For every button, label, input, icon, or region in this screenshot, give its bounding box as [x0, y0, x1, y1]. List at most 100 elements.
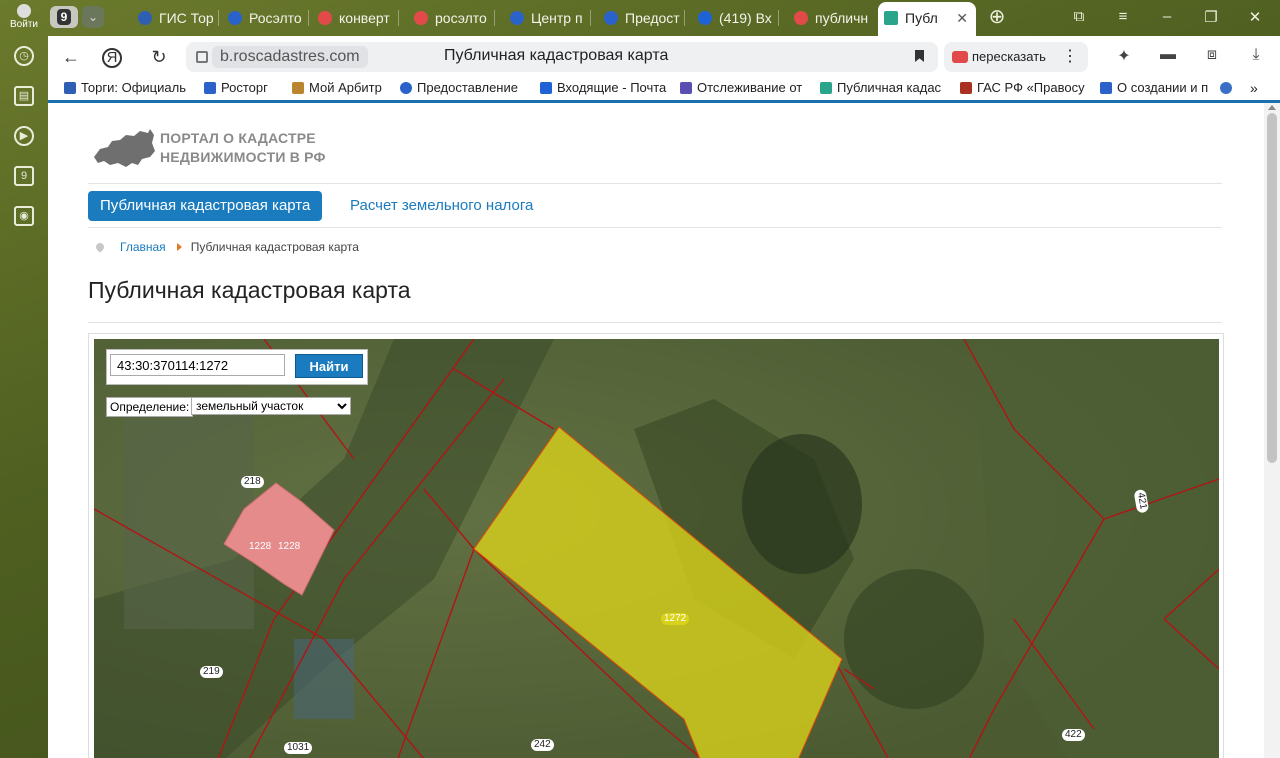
- parcel-label: 422: [1062, 729, 1085, 741]
- gis-favicon-icon: [138, 11, 152, 25]
- close-tab-icon[interactable]: ✕: [956, 2, 968, 34]
- definition-select[interactable]: земельный участок: [191, 397, 351, 415]
- tab-count-button[interactable]: 9: [50, 6, 78, 28]
- bookmark-predostavlenie[interactable]: Предоставление: [400, 80, 524, 95]
- eagle-icon: [64, 82, 76, 94]
- parcel-label: 1228: [249, 541, 272, 552]
- tab-pin-icon[interactable]: ⧉: [1068, 8, 1090, 25]
- emblem-icon: [1220, 82, 1232, 94]
- location-pin-icon: [94, 241, 106, 253]
- signin-button[interactable]: Войти: [6, 4, 42, 34]
- parcel-label: 1031: [284, 742, 313, 754]
- package-icon: [680, 82, 692, 94]
- cadastral-number-input[interactable]: [110, 354, 285, 376]
- camera-icon[interactable]: ◉: [14, 206, 34, 226]
- restore-icon[interactable]: ❐: [1200, 8, 1222, 26]
- bookmark-extra[interactable]: [1220, 80, 1236, 95]
- browser-toolbar: ← Я ↻ b.roscadastres.com Публичная кадас…: [48, 36, 1280, 102]
- page-scrollbar[interactable]: [1264, 103, 1280, 758]
- yandex-favicon-icon: [414, 11, 428, 25]
- breadcrumb-current: Публичная кадастровая карта: [190, 240, 359, 254]
- yandex-logo-icon[interactable]: Я: [102, 48, 122, 68]
- tab-public[interactable]: публичн: [788, 4, 878, 32]
- tab-separator: [308, 10, 309, 26]
- web-page: ПОРТАЛ О КАДАСТРЕ НЕДВИЖИМОСТИ В РФ Публ…: [48, 103, 1264, 758]
- new-tab-icon[interactable]: ⊕: [986, 4, 1008, 29]
- emblem-icon: [292, 82, 304, 94]
- lock-icon: [196, 51, 208, 63]
- divider: [88, 183, 1222, 184]
- yandex-favicon-icon: [318, 11, 332, 25]
- breadcrumb-home-link[interactable]: Главная: [120, 240, 166, 254]
- page-title: Публичная кадастровая карта: [88, 277, 411, 303]
- address-page-title: Публичная кадастровая карта: [444, 47, 669, 64]
- tab-center[interactable]: Центр п: [504, 4, 594, 32]
- tab-separator: [218, 10, 219, 26]
- tab-separator: [684, 10, 685, 26]
- portal-title: ПОРТАЛ О КАДАСТРЕ НЕДВИЖИМОСТИ В РФ: [160, 130, 326, 165]
- bookmark-inbox[interactable]: Входящие - Почта: [540, 80, 668, 95]
- extension-icon[interactable]: ✦: [1114, 46, 1134, 66]
- bookmarks-bar: Торги: Официаль Росторг Мой Арбитр Предо…: [48, 78, 1280, 100]
- nav-land-tax-link[interactable]: Расчет земельного налога: [350, 197, 533, 214]
- address-bar[interactable]: b.roscadastres.com Публичная кадастровая…: [186, 42, 938, 72]
- cadastral-map[interactable]: 218 1228 1228 1272 219 1031 242 422 421 …: [94, 339, 1219, 758]
- play-icon[interactable]: ▶: [14, 126, 34, 146]
- bookmarks-overflow-icon[interactable]: »: [1250, 80, 1266, 96]
- map-favicon-icon: [884, 11, 898, 25]
- divider: [88, 322, 1222, 323]
- pen-icon: [1100, 82, 1112, 94]
- reload-icon[interactable]: ↻: [146, 46, 172, 68]
- chevron-down-icon[interactable]: ⌄: [82, 6, 104, 28]
- parcel-label-selected: 1272: [661, 613, 690, 625]
- retell-button[interactable]: пересказать ⋮: [944, 42, 1088, 72]
- russia-map-logo-icon: [94, 129, 155, 167]
- scrollbar-thumb[interactable]: [1267, 113, 1277, 463]
- close-window-icon[interactable]: ✕: [1244, 8, 1266, 26]
- tab-mail[interactable]: (419) Вх: [692, 4, 782, 32]
- gosuslugi-favicon-icon: [604, 11, 618, 25]
- globe-favicon-icon: [510, 11, 524, 25]
- tab-gis-torgi[interactable]: ГИС Тор: [132, 4, 222, 32]
- nav-public-map-button[interactable]: Публичная кадастровая карта: [88, 191, 323, 221]
- find-button[interactable]: Найти: [295, 354, 363, 378]
- tab-roselto-2[interactable]: росэлто: [408, 4, 498, 32]
- clock-icon[interactable]: ◷: [14, 46, 34, 66]
- breadcrumb: Главная Публичная кадастровая карта: [94, 240, 359, 254]
- bookmark-sozdanii[interactable]: О создании и п: [1100, 80, 1210, 95]
- minimize-icon[interactable]: –: [1156, 8, 1178, 25]
- tab-separator: [778, 10, 779, 26]
- bookmark-public-map[interactable]: Публичная кадас: [820, 80, 946, 95]
- bookmark-arbitr[interactable]: Мой Арбитр: [292, 80, 388, 95]
- tab-predost[interactable]: Предост: [598, 4, 688, 32]
- tab-separator: [590, 10, 591, 26]
- mail-icon: [540, 82, 552, 94]
- scroll-up-icon[interactable]: [1268, 105, 1276, 110]
- badge-9-icon[interactable]: 9: [14, 166, 34, 186]
- ghost-icon[interactable]: ▬: [1158, 46, 1178, 66]
- address-host: b.roscadastres.com: [212, 46, 368, 68]
- tab-bar: 9 ⌄ ГИС Тор Росэлто конверт росэлто Цент…: [48, 0, 1280, 36]
- menu-icon[interactable]: ≡: [1112, 8, 1134, 25]
- bookmark-icon[interactable]: [915, 50, 924, 62]
- back-arrow-icon[interactable]: ←: [58, 46, 84, 68]
- cart-icon[interactable]: ⧈: [1202, 46, 1222, 66]
- globe-icon: [204, 82, 216, 94]
- bookmark-rostorg[interactable]: Росторг: [204, 80, 284, 95]
- tab-roselto-1[interactable]: Росэлто: [222, 4, 312, 32]
- tab-separator: [398, 10, 399, 26]
- parcel-label: 218: [241, 476, 264, 488]
- yandex-favicon-icon: [794, 11, 808, 25]
- bookmark-torgi[interactable]: Торги: Официаль: [64, 80, 190, 95]
- collections-icon[interactable]: ▤: [14, 86, 34, 106]
- parcel-label: 219: [200, 666, 223, 678]
- bookmark-gas-pravosudie[interactable]: ГАС РФ «Правосу: [960, 80, 1086, 95]
- map-icon: [820, 82, 832, 94]
- download-icon[interactable]: ⤓: [1246, 46, 1266, 66]
- breadcrumb-arrow-icon: [176, 243, 182, 251]
- more-options-icon[interactable]: ⋮: [1062, 42, 1078, 72]
- tab-convert[interactable]: конверт: [312, 4, 402, 32]
- definition-panel: Определение: земельный участок: [106, 397, 351, 417]
- tab-public-map-active[interactable]: Публ ✕: [878, 2, 976, 36]
- bookmark-tracking[interactable]: Отслеживание от: [680, 80, 806, 95]
